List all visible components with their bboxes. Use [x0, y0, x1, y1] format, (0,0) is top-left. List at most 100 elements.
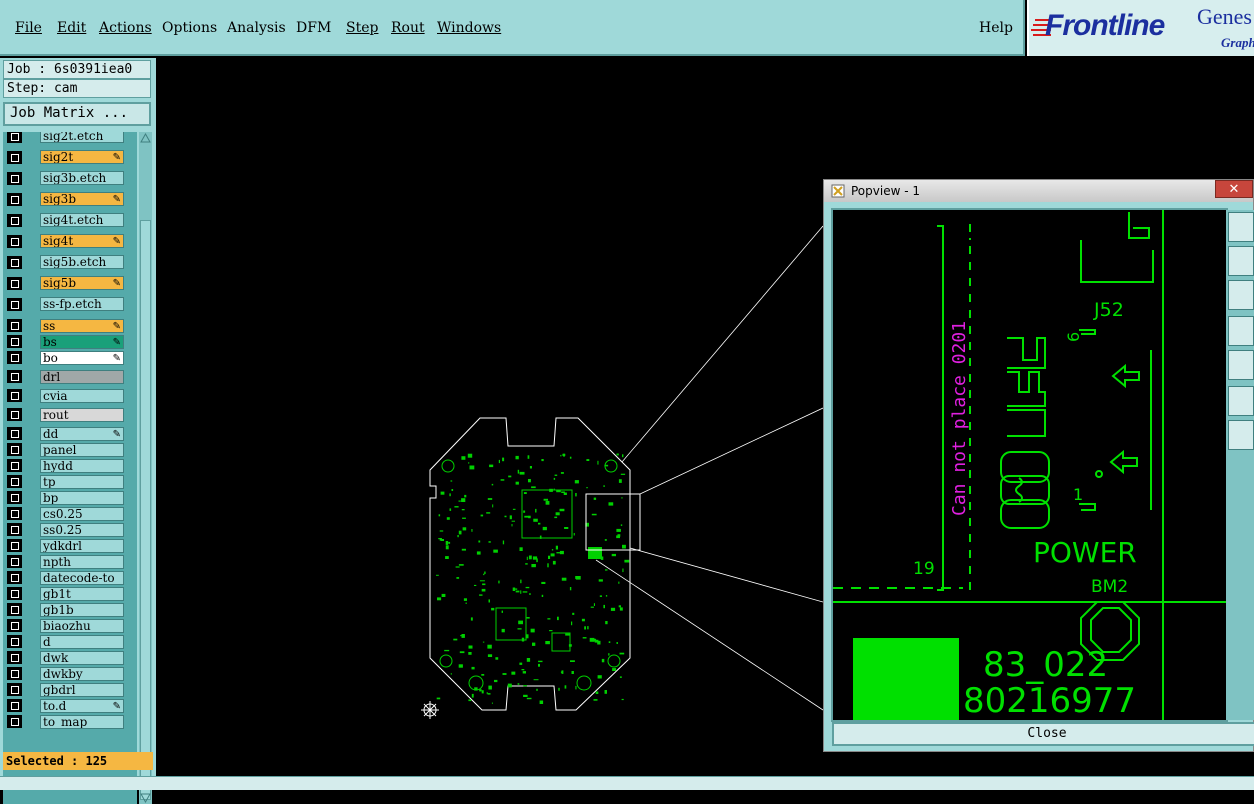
pan-right-icon[interactable]	[1228, 350, 1254, 380]
layer-row[interactable]: tp	[3, 474, 137, 490]
layer-row[interactable]: cvia	[3, 388, 137, 404]
layer-checkbox[interactable]	[7, 235, 22, 248]
layer-name[interactable]: sig5b ✎	[40, 276, 124, 290]
close-button[interactable]: Close	[832, 722, 1254, 746]
layer-row[interactable]: cs0.25	[3, 506, 137, 522]
layer-checkbox[interactable]	[7, 683, 22, 696]
scroll-up-icon[interactable]	[139, 132, 152, 144]
layer-row[interactable]: sig4t ✎	[3, 231, 137, 252]
menu-edit[interactable]: Edit	[57, 20, 86, 36]
layer-checkbox[interactable]	[7, 151, 22, 164]
pan-up-icon[interactable]	[1228, 246, 1254, 276]
layer-checkbox[interactable]	[7, 370, 22, 383]
layer-row[interactable]: d	[3, 634, 137, 650]
layer-checkbox[interactable]	[7, 555, 22, 568]
layer-checkbox[interactable]	[7, 256, 22, 269]
layer-name[interactable]: datecode-to	[40, 571, 124, 585]
zoom-in-icon[interactable]	[1228, 386, 1254, 416]
layer-row[interactable]: sig5b ✎	[3, 273, 137, 294]
layer-row[interactable]: to_map	[3, 714, 137, 730]
layer-name[interactable]: sig3b ✎	[40, 192, 124, 206]
layer-checkbox[interactable]	[7, 214, 22, 227]
layer-name[interactable]: gb1t	[40, 587, 124, 601]
layer-name[interactable]: cs0.25	[40, 507, 124, 521]
layer-checkbox[interactable]	[7, 427, 22, 440]
layer-name[interactable]: d	[40, 635, 124, 649]
layer-checkbox[interactable]	[7, 459, 22, 472]
layer-row[interactable]: bs ✎	[3, 334, 137, 350]
layer-name[interactable]: dd ✎	[40, 427, 124, 441]
graphic-canvas[interactable]	[156, 58, 823, 776]
menu-step[interactable]: Step	[346, 20, 378, 36]
layer-name[interactable]: hydd	[40, 459, 124, 473]
layer-name[interactable]: ss0.25	[40, 523, 124, 537]
menu-actions[interactable]: Actions	[99, 20, 152, 36]
layer-row[interactable]: dwkby	[3, 666, 137, 682]
layer-name[interactable]: rout	[40, 408, 124, 422]
menu-options[interactable]: Options	[162, 20, 217, 36]
layer-checkbox[interactable]	[7, 408, 22, 421]
popview-window[interactable]: Popview - 1 ✕ J52 6 1 POWER BM2 19 83_02…	[823, 179, 1254, 752]
menu-file[interactable]: File	[15, 20, 42, 36]
layer-checkbox[interactable]	[7, 667, 22, 680]
layer-row[interactable]: ss ✎	[3, 318, 137, 334]
layer-checkbox[interactable]	[7, 298, 22, 311]
layer-checkbox[interactable]	[7, 193, 22, 206]
layer-checkbox[interactable]	[7, 319, 22, 332]
layer-row[interactable]: bo ✎	[3, 350, 137, 366]
layer-checkbox[interactable]	[7, 635, 22, 648]
layer-name[interactable]: to.d ✎	[40, 699, 124, 713]
layer-checkbox[interactable]	[7, 277, 22, 290]
layer-row[interactable]: sig3b.etch	[3, 168, 137, 189]
layer-row[interactable]: npth	[3, 554, 137, 570]
layer-name[interactable]: drl	[40, 370, 124, 384]
layer-name[interactable]: sig4t ✎	[40, 234, 124, 248]
layer-checkbox[interactable]	[7, 619, 22, 632]
scroll-down-icon[interactable]	[139, 792, 152, 804]
layer-row[interactable]: sig2t.etch	[3, 132, 137, 147]
fit-screen-icon[interactable]	[1228, 212, 1254, 242]
layer-row[interactable]: ydkdrl	[3, 538, 137, 554]
layer-checkbox[interactable]	[7, 475, 22, 488]
layer-row[interactable]: dd ✎	[3, 426, 137, 442]
layer-list-scrollbar[interactable]	[139, 132, 152, 804]
layer-checkbox[interactable]	[7, 539, 22, 552]
menu-rout[interactable]: Rout	[391, 20, 425, 36]
layer-row[interactable]: biaozhu	[3, 618, 137, 634]
job-matrix-button[interactable]: Job Matrix ...	[3, 102, 151, 126]
menu-dfm[interactable]: DFM	[296, 20, 331, 36]
layer-row[interactable]: datecode-to	[3, 570, 137, 586]
layer-checkbox[interactable]	[7, 603, 22, 616]
layer-name[interactable]: dwk	[40, 651, 124, 665]
layer-name[interactable]: biaozhu	[40, 619, 124, 633]
layer-name[interactable]: dwkby	[40, 667, 124, 681]
scroll-thumb[interactable]	[140, 220, 151, 800]
layer-name[interactable]: npth	[40, 555, 124, 569]
layer-name[interactable]: ss ✎	[40, 319, 124, 333]
layer-name[interactable]: gb1b	[40, 603, 124, 617]
layer-checkbox[interactable]	[7, 715, 22, 728]
layer-checkbox[interactable]	[7, 351, 22, 364]
menu-help[interactable]: Help	[979, 20, 1013, 36]
layer-name[interactable]: sig2t ✎	[40, 150, 124, 164]
layer-name[interactable]: ydkdrl	[40, 539, 124, 553]
layer-name[interactable]: bs ✎	[40, 335, 124, 349]
layer-row[interactable]: sig3b ✎	[3, 189, 137, 210]
layer-name[interactable]: panel	[40, 443, 124, 457]
layer-name[interactable]: tp	[40, 475, 124, 489]
layer-row[interactable]: sig4t.etch	[3, 210, 137, 231]
layer-row[interactable]: ss-fp.etch	[3, 294, 137, 315]
pan-left-icon[interactable]	[1228, 316, 1254, 346]
layer-name[interactable]: sig5b.etch	[40, 255, 124, 269]
layer-name[interactable]: sig3b.etch	[40, 171, 124, 185]
layer-row[interactable]: to.d ✎	[3, 698, 137, 714]
layer-checkbox[interactable]	[7, 335, 22, 348]
layer-row[interactable]: bp	[3, 490, 137, 506]
layer-checkbox[interactable]	[7, 491, 22, 504]
layer-name[interactable]: to_map	[40, 715, 124, 729]
layer-checkbox[interactable]	[7, 132, 22, 143]
layer-name[interactable]: gbdrl	[40, 683, 124, 697]
layer-row[interactable]: gbdrl	[3, 682, 137, 698]
layer-checkbox[interactable]	[7, 587, 22, 600]
layer-row[interactable]: sig2t ✎	[3, 147, 137, 168]
